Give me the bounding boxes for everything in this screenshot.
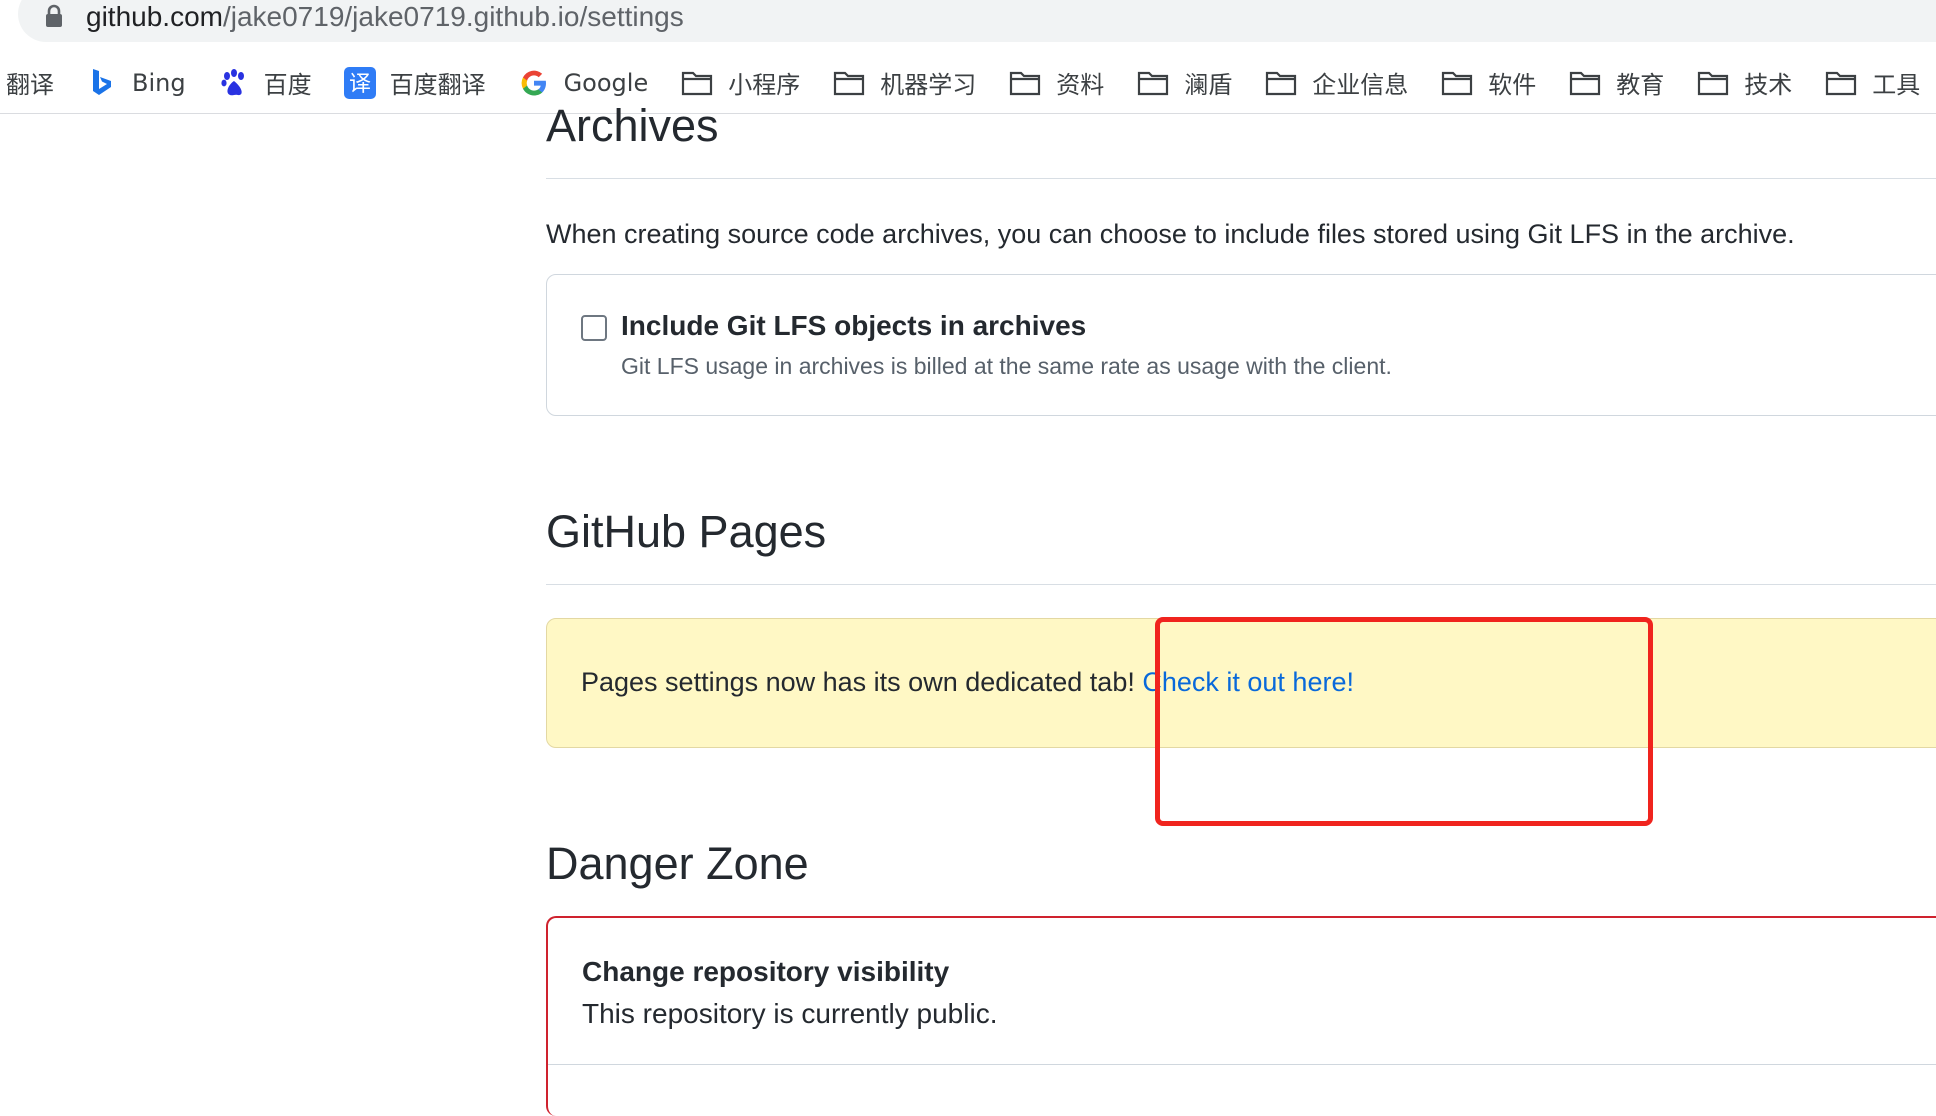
bookmark-folder-landun[interactable]: 澜盾 (1136, 61, 1232, 105)
bing-icon (86, 67, 118, 99)
annotation-highlight-box (1155, 617, 1653, 826)
folder-icon (1568, 67, 1602, 99)
bookmark-baidu-translate[interactable]: 译 百度翻译 (343, 61, 486, 105)
change-visibility-description: This repository is currently public. (582, 998, 998, 1029)
translate-icon: 译 (343, 66, 376, 99)
folder-icon (1440, 67, 1474, 99)
danger-zone-box: Change repository visibility This reposi… (546, 916, 1936, 1116)
address-bar-area: github.com/jake0719/jake0719.github.io/s… (0, 0, 1936, 44)
danger-divider (548, 1064, 1936, 1065)
bookmark-label: 技术 (1744, 71, 1793, 99)
archives-heading: Archives (546, 100, 719, 151)
baidu-icon (218, 67, 250, 99)
bookmark-label: 百度翻译 (389, 71, 486, 99)
bookmark-label: 软件 (1488, 71, 1537, 99)
bookmark-label: 企业信息 (1312, 71, 1409, 99)
folder-icon (1136, 67, 1170, 99)
bookmark-label: 资料 (1056, 71, 1105, 99)
bookmark-fanyi[interactable]: 翻译 (6, 61, 54, 105)
google-icon (518, 67, 550, 99)
bookmark-label: 工具 (1872, 71, 1921, 99)
bookmark-folder-software[interactable]: 软件 (1440, 61, 1536, 105)
url-host: github.com (86, 1, 223, 32)
bookmark-label: 百度 (263, 71, 312, 99)
lfs-checkbox-label[interactable]: Include Git LFS objects in archives (621, 310, 1086, 342)
folder-icon (1696, 67, 1730, 99)
section-divider (546, 584, 1936, 585)
bookmark-baidu[interactable]: 百度 (218, 61, 312, 105)
bookmark-folder-education[interactable]: 教育 (1568, 61, 1664, 105)
url-text[interactable]: github.com/jake0719/jake0719.github.io/s… (86, 0, 684, 34)
lfs-option-box: Include Git LFS objects in archives Git … (546, 274, 1936, 416)
lfs-note: Git LFS usage in archives is billed at t… (621, 353, 1392, 379)
bookmark-folder-company-info[interactable]: 企业信息 (1264, 61, 1408, 105)
bookmark-folder-tools[interactable]: 工具 (1824, 61, 1920, 105)
folder-icon (1264, 67, 1298, 99)
pages-flash-text: Pages settings now has its own dedicated… (581, 667, 1143, 697)
section-divider (546, 178, 1936, 179)
lock-icon[interactable] (44, 4, 64, 28)
url-path: /jake0719/jake0719.github.io/settings (222, 1, 684, 32)
folder-icon (1008, 67, 1042, 99)
bookmark-folder-machine-learning[interactable]: 机器学习 (832, 61, 976, 105)
bookmarks-bar: 翻译 Bing 百度 译 百度翻译 Google 小程序 机器学习 资料 澜盾 … (0, 52, 1936, 114)
change-visibility-title: Change repository visibility (582, 956, 950, 987)
folder-icon (680, 67, 714, 99)
bookmark-label: Bing (132, 68, 186, 97)
bookmark-label: Google (563, 68, 649, 97)
folder-icon (832, 67, 866, 99)
bookmark-label: 教育 (1616, 71, 1665, 99)
lfs-checkbox[interactable] (581, 315, 607, 341)
bookmark-label: 翻译 (6, 71, 54, 99)
bookmark-folder-materials[interactable]: 资料 (1008, 61, 1104, 105)
bookmark-label: 机器学习 (880, 71, 977, 99)
svg-text:译: 译 (349, 72, 371, 97)
danger-zone-heading: Danger Zone (546, 838, 809, 889)
bookmark-label: 澜盾 (1184, 71, 1233, 99)
bookmark-bing[interactable]: Bing (86, 61, 186, 105)
github-pages-heading: GitHub Pages (546, 506, 827, 557)
folder-icon (1824, 67, 1858, 99)
archives-description: When creating source code archives, you … (546, 219, 1795, 249)
bookmark-label: 小程序 (728, 71, 801, 99)
bookmark-folder-tech[interactable]: 技术 (1696, 61, 1792, 105)
